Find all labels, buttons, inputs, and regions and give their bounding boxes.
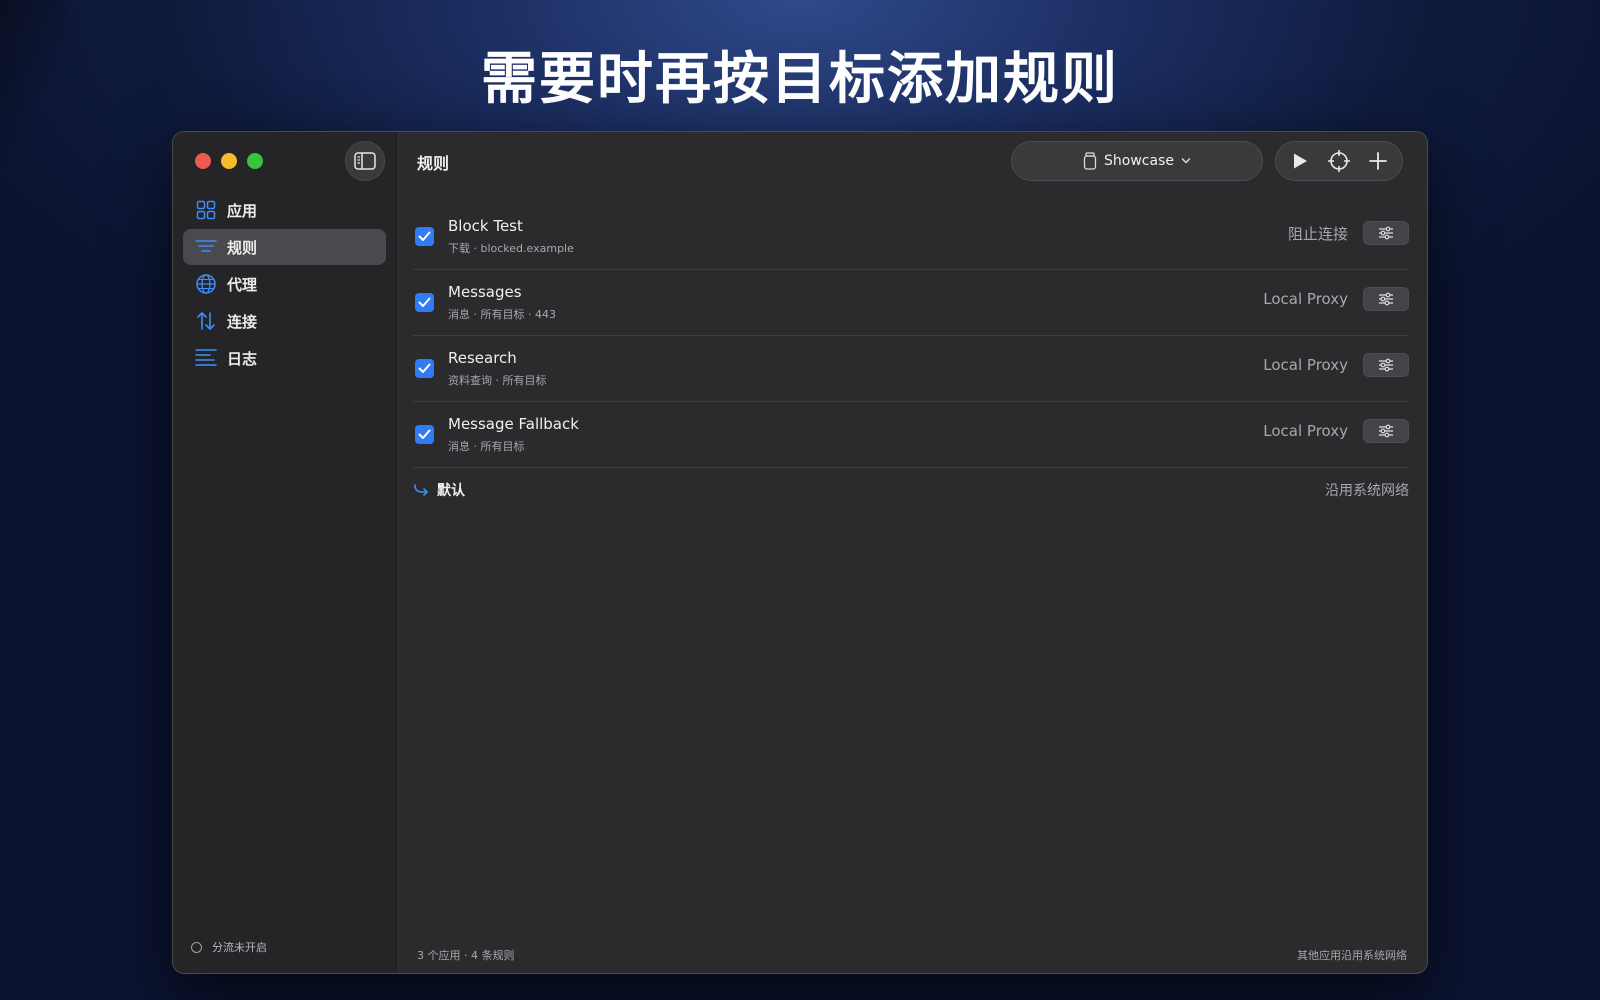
checkmark-icon <box>418 231 431 241</box>
rule-detail: 消息 · 所有目标 <box>448 440 525 453</box>
rule-detail: 消息 · 所有目标 · 443 <box>448 308 556 321</box>
rule-action: Local Proxy <box>1263 419 1409 443</box>
status-circle-icon <box>191 941 202 953</box>
checkmark-icon <box>418 297 431 307</box>
rule-name: Research <box>448 349 517 367</box>
rule-target: Local Proxy <box>1263 356 1348 374</box>
rule-action: 阻止连接 <box>1288 221 1409 245</box>
rule-settings-button[interactable] <box>1363 221 1409 245</box>
sidebar-item-rules[interactable]: 规则 <box>183 229 386 265</box>
status-summary: 3 个应用 · 4 条规则 <box>417 949 515 962</box>
sidebar-icon <box>354 152 376 170</box>
rule-action: Local Proxy <box>1263 287 1409 311</box>
arrows-up-down-icon <box>195 310 217 332</box>
rule-row[interactable]: Messages 消息 · 所有目标 · 443 Local Proxy <box>413 270 1409 336</box>
rule-target: Local Proxy <box>1263 290 1348 308</box>
profile-label: Showcase <box>1104 153 1174 169</box>
rule-row[interactable]: Research 资料查询 · 所有目标 Local Proxy <box>413 336 1409 402</box>
rule-target: 阻止连接 <box>1287 224 1348 243</box>
rule-settings-button[interactable] <box>1363 419 1409 443</box>
checkmark-icon <box>418 429 431 439</box>
checkmark-icon <box>418 363 431 373</box>
page-headline: 需要时再按目标添加规则 <box>481 47 1119 112</box>
play-icon <box>1293 153 1307 169</box>
sidebar-item-label: 规则 <box>227 238 258 257</box>
sidebar-toggle-button[interactable] <box>345 141 385 181</box>
sidebar-item-apps[interactable]: 应用 <box>183 192 386 228</box>
rule-enabled-checkbox[interactable] <box>415 425 434 444</box>
start-button[interactable] <box>1282 143 1318 179</box>
rule-text: Message Fallback 消息 · 所有目标 <box>448 415 579 454</box>
minimize-window-button[interactable] <box>221 153 237 169</box>
app-window: 应用 规则 代理 连接 日志 分流未开启 规则 Showcase Block T… <box>172 131 1428 974</box>
page-title: 规则 <box>417 154 450 173</box>
sidebar-item-logs[interactable]: 日志 <box>183 340 386 376</box>
profile-selector-button[interactable]: Showcase <box>1011 141 1263 181</box>
sidebar-item-label: 连接 <box>227 312 258 331</box>
sidebar: 应用 规则 代理 连接 日志 分流未开启 <box>173 132 397 973</box>
grid-icon <box>195 199 217 221</box>
text-lines-icon <box>195 347 217 369</box>
return-arrow-icon <box>414 484 428 496</box>
crosshair-icon <box>1327 150 1350 172</box>
add-rule-button[interactable] <box>1360 143 1396 179</box>
rule-enabled-checkbox[interactable] <box>415 293 434 312</box>
rule-text: Messages 消息 · 所有目标 · 443 <box>448 283 556 322</box>
sliders-icon <box>1379 226 1393 240</box>
rule-detail: 资料查询 · 所有目标 <box>448 374 547 387</box>
sliders-icon <box>1379 358 1393 372</box>
main-content: 规则 Showcase Block Test 下载 · blocked.exam… <box>397 132 1427 973</box>
status-other-apps: 其他应用沿用系统网络 <box>1297 949 1407 962</box>
rule-row[interactable]: Block Test 下载 · blocked.example 阻止连接 <box>413 204 1409 270</box>
sidebar-item-label: 代理 <box>227 275 258 294</box>
globe-icon <box>195 273 217 295</box>
default-rule-label: 默认 <box>437 483 465 499</box>
default-rule-target: 沿用系统网络 <box>1325 483 1409 499</box>
target-button[interactable] <box>1321 143 1357 179</box>
plus-icon <box>1369 152 1388 170</box>
chevron-down-icon <box>1181 158 1191 164</box>
rule-name: Message Fallback <box>448 415 579 433</box>
sliders-icon <box>1379 424 1393 438</box>
rule-settings-button[interactable] <box>1363 353 1409 377</box>
toolbar-actions <box>1275 141 1403 181</box>
default-rule-row[interactable]: 默认 沿用系统网络 <box>413 468 1409 512</box>
rule-detail: 下载 · blocked.example <box>448 242 574 255</box>
zoom-window-button[interactable] <box>247 153 263 169</box>
rule-name: Messages <box>448 283 522 301</box>
routing-status: 分流未开启 <box>191 939 267 955</box>
sidebar-item-connections[interactable]: 连接 <box>183 303 386 339</box>
rules-list: Block Test 下载 · blocked.example 阻止连接 Mes… <box>413 204 1409 512</box>
rule-settings-button[interactable] <box>1363 287 1409 311</box>
rule-enabled-checkbox[interactable] <box>415 227 434 246</box>
rule-target: Local Proxy <box>1263 422 1348 440</box>
sidebar-item-label: 应用 <box>227 201 258 220</box>
sidebar-item-proxy[interactable]: 代理 <box>183 266 386 302</box>
rule-name: Block Test <box>448 217 523 235</box>
sidebar-nav: 应用 规则 代理 连接 日志 <box>183 192 386 377</box>
rule-row[interactable]: Message Fallback 消息 · 所有目标 Local Proxy <box>413 402 1409 468</box>
sliders-icon <box>1379 292 1393 306</box>
routing-status-text: 分流未开启 <box>212 941 267 954</box>
list-icon <box>195 236 217 258</box>
rule-enabled-checkbox[interactable] <box>415 359 434 378</box>
sidebar-item-label: 日志 <box>227 349 258 368</box>
rule-text: Research 资料查询 · 所有目标 <box>448 349 547 388</box>
rule-text: Block Test 下载 · blocked.example <box>448 217 574 256</box>
rule-action: Local Proxy <box>1263 353 1409 377</box>
window-controls <box>195 153 263 169</box>
jar-icon <box>1083 152 1097 170</box>
close-window-button[interactable] <box>195 153 211 169</box>
